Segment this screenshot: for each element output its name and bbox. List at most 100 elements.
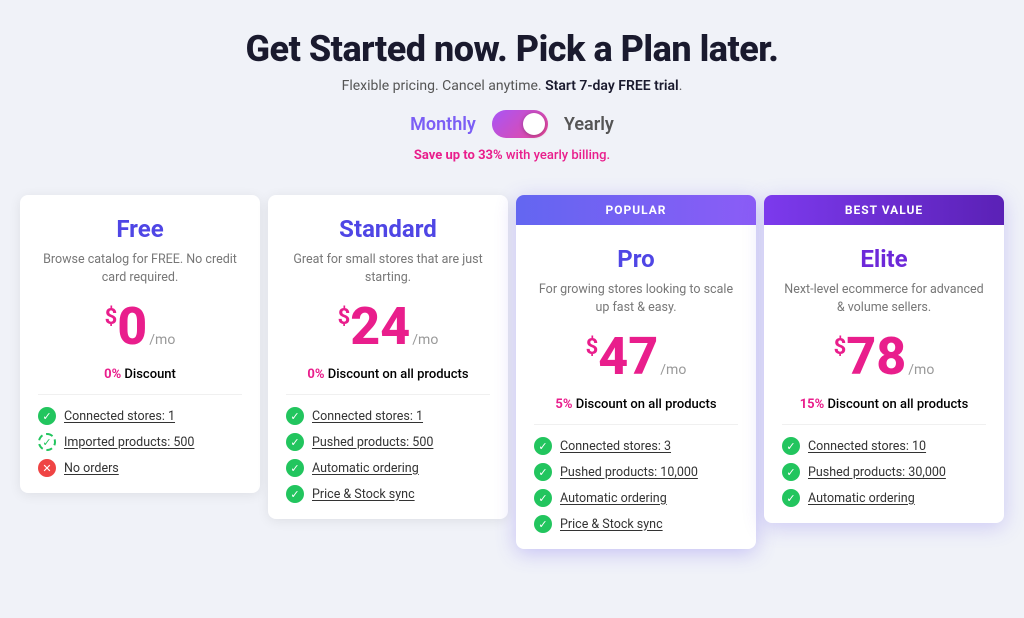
discount-text-pro: Discount on all products [572, 397, 716, 412]
feature-icon: ✓ [782, 463, 800, 481]
feature-text[interactable]: Automatic ordering [560, 491, 667, 506]
price-amount-free: 0 [117, 301, 147, 353]
price-row-free: $ 0 /mo [38, 301, 242, 353]
price-dollar-free: $ [105, 305, 118, 330]
price-dollar-pro: $ [586, 335, 599, 360]
plans-grid: Free Browse catalog for FREE. No credit … [16, 195, 1008, 549]
feature-text[interactable]: Connected stores: 1 [312, 409, 423, 424]
feature-item: ✓ Connected stores: 1 [286, 407, 490, 425]
discount-line-standard: 0% Discount on all products [286, 367, 490, 395]
discount-pct-elite: 15% [800, 397, 825, 412]
feature-icon: ✓ [782, 489, 800, 507]
feature-text[interactable]: Imported products: 500 [64, 435, 194, 450]
plan-name-elite: Elite [782, 245, 986, 273]
save-text: Save up to 33% with yearly billing. [20, 148, 1004, 163]
plan-card-standard: Standard Great for small stores that are… [268, 195, 508, 519]
toggle-knob [523, 113, 545, 135]
plan-body-free: Free Browse catalog for FREE. No credit … [20, 195, 260, 493]
billing-toggle-row: Monthly Yearly [20, 110, 1004, 138]
feature-text[interactable]: Price & Stock sync [560, 517, 663, 532]
feature-text[interactable]: Pushed products: 10,000 [560, 465, 698, 480]
feature-item: ✓ Price & Stock sync [286, 485, 490, 503]
discount-text-free: Discount [121, 367, 176, 382]
feature-icon: ✓ [286, 485, 304, 503]
discount-pct-free: 0% [104, 367, 121, 382]
plan-desc-free: Browse catalog for FREE. No credit card … [38, 251, 242, 287]
yearly-label: Yearly [564, 114, 614, 135]
plan-body-standard: Standard Great for small stores that are… [268, 195, 508, 519]
price-amount-elite: 78 [846, 331, 906, 383]
price-dollar-elite: $ [834, 335, 847, 360]
plan-desc-elite: Next-level ecommerce for advanced & volu… [782, 281, 986, 317]
feature-icon: ✓ [286, 407, 304, 425]
monthly-label: Monthly [410, 114, 476, 135]
discount-line-elite: 15% Discount on all products [782, 397, 986, 425]
plan-desc-standard: Great for small stores that are just sta… [286, 251, 490, 287]
feature-list-free: ✓ Connected stores: 1 ✓ Imported product… [38, 407, 242, 477]
discount-text-standard: Discount on all products [324, 367, 468, 382]
plan-name-standard: Standard [286, 215, 490, 243]
header-section: Get Started now. Pick a Plan later. Flex… [20, 28, 1004, 181]
feature-icon: ✓ [534, 463, 552, 481]
page-title: Get Started now. Pick a Plan later. [20, 28, 1004, 70]
feature-item: ✓ Connected stores: 10 [782, 437, 986, 455]
discount-pct-pro: 5% [555, 397, 572, 412]
feature-text[interactable]: Automatic ordering [808, 491, 915, 506]
feature-item: ✕ No orders [38, 459, 242, 477]
billing-toggle[interactable] [492, 110, 548, 138]
feature-item: ✓ Imported products: 500 [38, 433, 242, 451]
page-wrapper: Get Started now. Pick a Plan later. Flex… [0, 0, 1024, 618]
plan-body-elite: Elite Next-level ecommerce for advanced … [764, 225, 1004, 523]
feature-icon: ✓ [286, 433, 304, 451]
plan-card-pro: POPULAR Pro For growing stores looking t… [516, 195, 756, 549]
feature-icon: ✓ [534, 437, 552, 455]
feature-item: ✓ Pushed products: 10,000 [534, 463, 738, 481]
plan-name-pro: Pro [534, 245, 738, 273]
feature-item: ✓ Pushed products: 30,000 [782, 463, 986, 481]
price-mo-pro: /mo [660, 362, 686, 378]
feature-icon: ✓ [38, 407, 56, 425]
feature-text[interactable]: Connected stores: 3 [560, 439, 671, 454]
price-mo-elite: /mo [908, 362, 934, 378]
price-row-standard: $ 24 /mo [286, 301, 490, 353]
feature-text[interactable]: Price & Stock sync [312, 487, 415, 502]
feature-icon: ✓ [782, 437, 800, 455]
feature-text[interactable]: No orders [64, 461, 119, 476]
feature-icon: ✓ [38, 433, 56, 451]
feature-icon: ✓ [534, 489, 552, 507]
feature-item: ✓ Pushed products: 500 [286, 433, 490, 451]
feature-icon: ✓ [286, 459, 304, 477]
feature-item: ✓ Connected stores: 3 [534, 437, 738, 455]
plan-badge-elite: BEST VALUE [764, 195, 1004, 225]
price-row-elite: $ 78 /mo [782, 331, 986, 383]
price-amount-standard: 24 [350, 301, 410, 353]
feature-item: ✓ Automatic ordering [286, 459, 490, 477]
feature-text[interactable]: Pushed products: 30,000 [808, 465, 946, 480]
feature-item: ✓ Automatic ordering [782, 489, 986, 507]
plan-desc-pro: For growing stores looking to scale up f… [534, 281, 738, 317]
feature-text[interactable]: Connected stores: 10 [808, 439, 926, 454]
feature-item: ✓ Automatic ordering [534, 489, 738, 507]
plan-card-free: Free Browse catalog for FREE. No credit … [20, 195, 260, 493]
feature-item: ✓ Price & Stock sync [534, 515, 738, 533]
feature-icon: ✕ [38, 459, 56, 477]
subtitle: Flexible pricing. Cancel anytime. Start … [20, 78, 1004, 94]
price-row-pro: $ 47 /mo [534, 331, 738, 383]
price-amount-pro: 47 [598, 331, 658, 383]
discount-line-pro: 5% Discount on all products [534, 397, 738, 425]
feature-item: ✓ Connected stores: 1 [38, 407, 242, 425]
feature-text[interactable]: Connected stores: 1 [64, 409, 175, 424]
feature-icon: ✓ [534, 515, 552, 533]
discount-line-free: 0% Discount [38, 367, 242, 395]
feature-list-standard: ✓ Connected stores: 1 ✓ Pushed products:… [286, 407, 490, 503]
feature-text[interactable]: Pushed products: 500 [312, 435, 433, 450]
discount-text-elite: Discount on all products [824, 397, 968, 412]
price-mo-free: /mo [149, 332, 175, 348]
plan-card-elite: BEST VALUE Elite Next-level ecommerce fo… [764, 195, 1004, 523]
feature-list-elite: ✓ Connected stores: 10 ✓ Pushed products… [782, 437, 986, 507]
plan-body-pro: Pro For growing stores looking to scale … [516, 225, 756, 549]
feature-list-pro: ✓ Connected stores: 3 ✓ Pushed products:… [534, 437, 738, 533]
plan-badge-pro: POPULAR [516, 195, 756, 225]
feature-text[interactable]: Automatic ordering [312, 461, 419, 476]
price-dollar-standard: $ [338, 305, 351, 330]
